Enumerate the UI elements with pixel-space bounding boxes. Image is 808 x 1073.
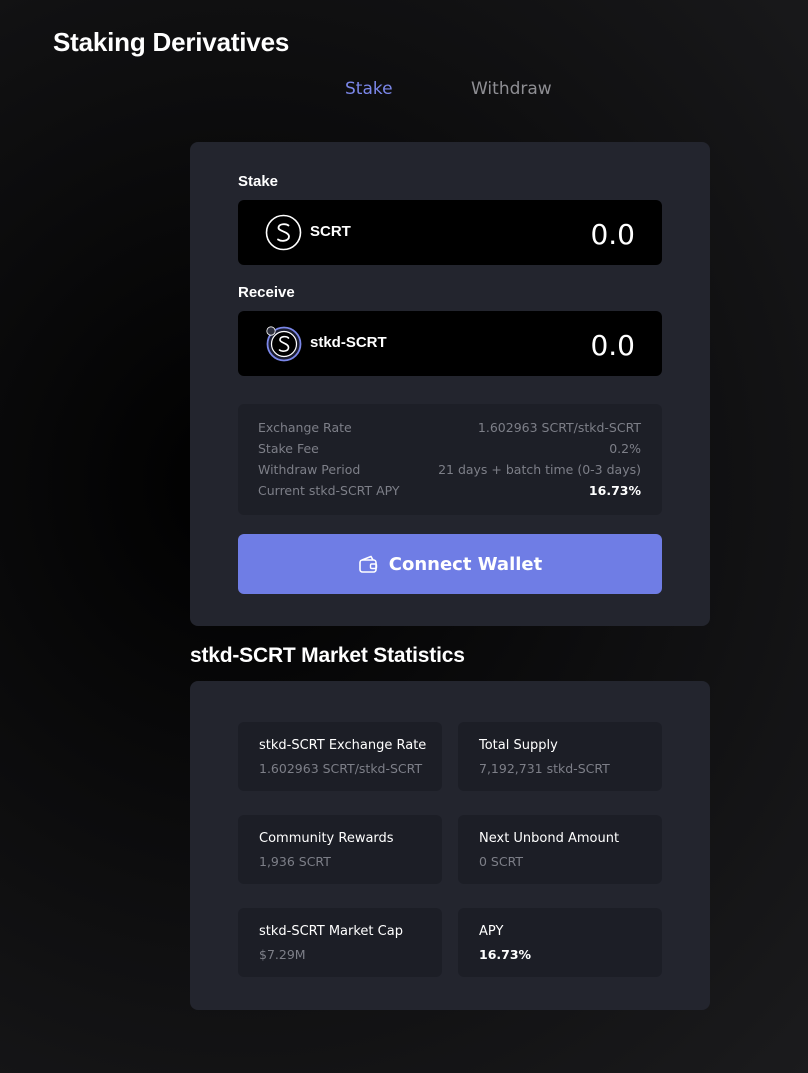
stat-title: stkd-SCRT Exchange Rate bbox=[259, 738, 427, 753]
receive-token-name: stkd-SCRT bbox=[310, 334, 387, 351]
stake-info-box: Exchange Rate 1.602963 SCRT/stkd-SCRT St… bbox=[238, 404, 662, 515]
stat-title: Total Supply bbox=[479, 738, 558, 753]
receive-amount-value: 0.0 bbox=[590, 329, 635, 362]
stat-tile: stkd-SCRT Market Cap $7.29M bbox=[238, 908, 442, 977]
info-key: Stake Fee bbox=[258, 441, 319, 456]
info-value: 0.2% bbox=[609, 441, 641, 456]
connect-wallet-label: Connect Wallet bbox=[388, 553, 543, 575]
info-key: Exchange Rate bbox=[258, 420, 352, 435]
market-stats-card: stkd-SCRT Exchange Rate 1.602963 SCRT/st… bbox=[190, 681, 710, 1010]
info-value: 1.602963 SCRT/stkd-SCRT bbox=[477, 420, 641, 435]
stat-tile: Total Supply 7,192,731 stkd-SCRT bbox=[458, 722, 662, 791]
tab-bar: Stake Withdraw bbox=[0, 79, 808, 105]
info-value: 21 days + batch time (0-3 days) bbox=[438, 462, 641, 477]
stake-label: Stake bbox=[238, 173, 279, 190]
stat-tile: APY 16.73% bbox=[458, 908, 662, 977]
info-row-withdraw-period: Withdraw Period 21 days + batch time (0-… bbox=[258, 462, 641, 478]
stat-title: APY bbox=[479, 924, 504, 939]
info-key: Withdraw Period bbox=[258, 462, 361, 477]
connect-wallet-button[interactable]: Connect Wallet bbox=[238, 534, 662, 594]
stat-value: 1.602963 SCRT/stkd-SCRT bbox=[259, 761, 423, 776]
stake-token-name: SCRT bbox=[310, 223, 351, 240]
stat-value: 16.73% bbox=[479, 947, 532, 962]
stkd-scrt-logo-icon bbox=[266, 326, 302, 362]
stat-value: 1,936 SCRT bbox=[259, 854, 331, 869]
stat-tile: Community Rewards 1,936 SCRT bbox=[238, 815, 442, 884]
stake-card: Stake SCRT 0.0 Receive stkd-SCRT 0.0 Exc… bbox=[190, 142, 710, 626]
stat-tile: Next Unbond Amount 0 SCRT bbox=[458, 815, 662, 884]
info-row-apy: Current stkd-SCRT APY 16.73% bbox=[258, 483, 641, 499]
stat-value: 0 SCRT bbox=[479, 854, 524, 869]
stat-value: 7,192,731 stkd-SCRT bbox=[479, 761, 610, 776]
stake-input-field[interactable]: SCRT 0.0 bbox=[238, 200, 662, 265]
stat-value: $7.29M bbox=[259, 947, 306, 962]
info-row-exchange-rate: Exchange Rate 1.602963 SCRT/stkd-SCRT bbox=[258, 420, 641, 436]
market-stats-title: stkd-SCRT Market Statistics bbox=[190, 644, 465, 667]
info-key: Current stkd-SCRT APY bbox=[258, 483, 400, 498]
scrt-logo-icon bbox=[265, 214, 302, 251]
stat-tile: stkd-SCRT Exchange Rate 1.602963 SCRT/st… bbox=[238, 722, 442, 791]
receive-label: Receive bbox=[238, 284, 295, 301]
wallet-icon bbox=[358, 555, 377, 573]
info-row-stake-fee: Stake Fee 0.2% bbox=[258, 441, 641, 457]
stat-title: Community Rewards bbox=[259, 831, 394, 846]
stat-title: stkd-SCRT Market Cap bbox=[259, 924, 403, 939]
tab-withdraw[interactable]: Withdraw bbox=[471, 79, 552, 99]
tab-stake[interactable]: Stake bbox=[345, 79, 393, 99]
page-title: Staking Derivatives bbox=[53, 27, 290, 57]
receive-output-field: stkd-SCRT 0.0 bbox=[238, 311, 662, 376]
stat-title: Next Unbond Amount bbox=[479, 831, 620, 846]
info-value: 16.73% bbox=[588, 483, 641, 498]
stake-amount-input[interactable]: 0.0 bbox=[475, 218, 635, 251]
